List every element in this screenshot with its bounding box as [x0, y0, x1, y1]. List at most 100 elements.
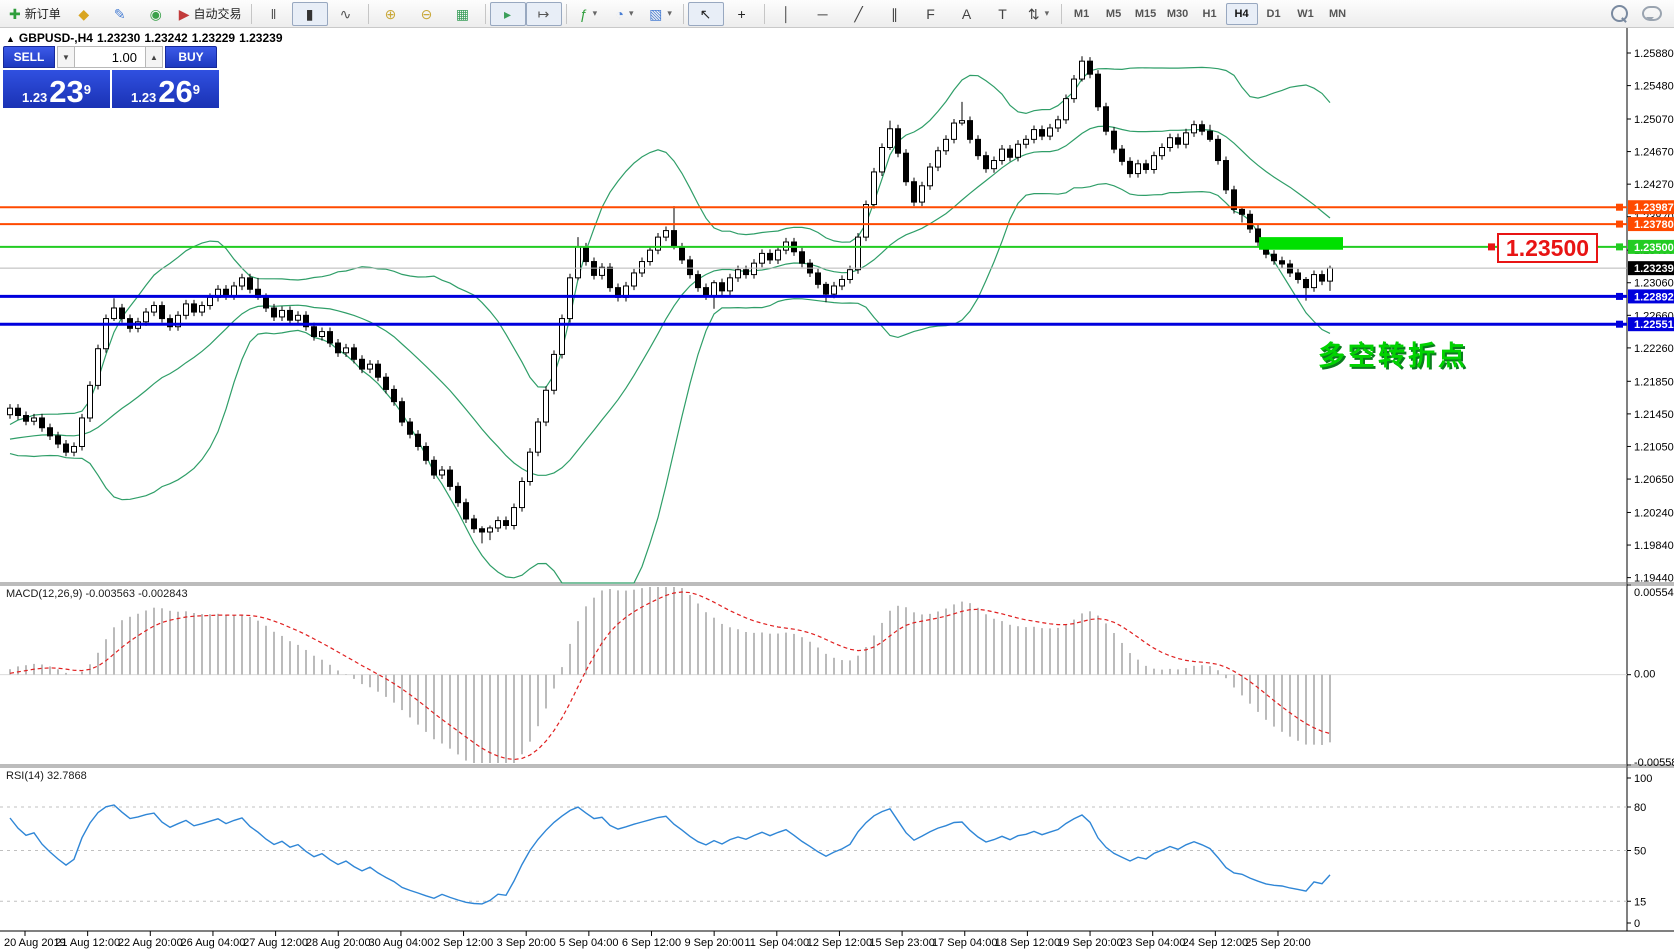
- buy-price-pips: 26: [158, 79, 192, 105]
- templates-dropdown-arrow[interactable]: ▾: [667, 8, 672, 19]
- rsi-axis-label: 80: [1634, 802, 1646, 814]
- horizontal-line-button[interactable]: ─: [805, 2, 841, 26]
- indicators-dropdown-arrow[interactable]: ▾: [593, 8, 598, 19]
- green-highlight-zone[interactable]: [1259, 237, 1343, 250]
- periods-icon: ◔: [616, 7, 624, 21]
- time-axis-label: 24 Sep 12:00: [1183, 937, 1248, 949]
- price-axis-label: 1.23060: [1634, 278, 1674, 290]
- price-axis-label: 1.19840: [1634, 540, 1674, 552]
- line-chart-button[interactable]: ∿: [328, 2, 364, 26]
- timeframe-d1-button[interactable]: D1: [1258, 3, 1290, 25]
- auto-scroll-button[interactable]: ▸: [490, 2, 526, 26]
- new-order-label: 新订单: [25, 5, 61, 22]
- timeframe-h4-button[interactable]: H4: [1226, 3, 1258, 25]
- rsi-axis-label: 15: [1634, 896, 1646, 908]
- crosshair-icon: +: [737, 7, 745, 21]
- timeframe-m5-button[interactable]: M5: [1098, 3, 1130, 25]
- time-axis-label: 3 Sep 20:00: [497, 937, 556, 949]
- zoom-out-button[interactable]: ⊖: [409, 2, 445, 26]
- tile-windows-icon: ▦: [456, 7, 469, 21]
- metaeditor-button[interactable]: ✎: [102, 2, 138, 26]
- sell-quote[interactable]: 1.23 23 9: [3, 70, 110, 108]
- buy-price-point: 9: [193, 75, 200, 105]
- ohlc-high: 1.23242: [144, 31, 187, 45]
- toolbar-separator: [1061, 4, 1062, 24]
- time-axis-label: 2 Sep 12:00: [434, 937, 493, 949]
- sell-price-pips: 23: [49, 79, 83, 105]
- timeframe-m30-button[interactable]: M30: [1162, 3, 1194, 25]
- time-axis-label: 9 Sep 20:00: [684, 937, 743, 949]
- equidistant-channel-icon: ∥: [891, 7, 898, 21]
- indicators-button[interactable]: ƒ▾: [571, 2, 607, 26]
- toolbar-separator: [764, 4, 765, 24]
- time-axis-label: 19 Sep 20:00: [1057, 937, 1122, 949]
- time-axis-label: 18 Sep 12:00: [995, 937, 1060, 949]
- chart-shift-button[interactable]: ↦: [526, 2, 562, 26]
- price-axis-label: 1.25880: [1634, 48, 1674, 60]
- macd-axis-label: -0.005583: [1634, 757, 1674, 769]
- time-axis-label: 15 Sep 23:00: [869, 937, 934, 949]
- price-axis-label: 1.19440: [1634, 573, 1674, 585]
- buy-button[interactable]: BUY: [165, 46, 217, 68]
- buy-quote[interactable]: 1.23 26 9: [112, 70, 219, 108]
- arrows-button[interactable]: ⇅▾: [1021, 2, 1057, 26]
- volume-input[interactable]: 1.00: [75, 46, 145, 68]
- autotrading-button[interactable]: ▶自动交易: [174, 2, 247, 26]
- bar-chart-icon: ‖: [271, 7, 277, 21]
- chart-canvas[interactable]: 1.258801.254801.250701.246701.242701.238…: [0, 0, 1674, 951]
- bar-chart-button[interactable]: ‖: [256, 2, 292, 26]
- periods-button[interactable]: ◔▾: [607, 2, 643, 26]
- current-price-badge-text: 1.23239: [1634, 263, 1674, 275]
- auto-scroll-icon: ▸: [504, 7, 511, 21]
- rsi-axis-label: 50: [1634, 846, 1646, 858]
- text-button[interactable]: A: [949, 2, 985, 26]
- chart-shift-icon: ↦: [538, 7, 550, 21]
- new-order-button[interactable]: ✚新订单: [4, 2, 66, 26]
- templates-button[interactable]: ▧▾: [643, 2, 679, 26]
- metaeditor-icon: ✎: [114, 7, 126, 21]
- signals-icon: ◉: [150, 7, 162, 21]
- volume-increase-button[interactable]: ▲: [145, 46, 163, 68]
- price-axis-label: 1.21450: [1634, 409, 1674, 421]
- text-label-button[interactable]: T: [985, 2, 1021, 26]
- timeframe-m15-button[interactable]: M15: [1130, 3, 1162, 25]
- vertical-line-button[interactable]: │: [769, 2, 805, 26]
- chart-window-button[interactable]: ◆: [66, 2, 102, 26]
- crosshair-button[interactable]: +: [724, 2, 760, 26]
- time-axis-label: 22 Aug 20:00: [118, 937, 183, 949]
- time-axis-label: 12 Sep 12:00: [807, 937, 872, 949]
- candlestick-chart-button[interactable]: ▮: [292, 2, 328, 26]
- toolbar-separator: [485, 4, 486, 24]
- fibonacci-button[interactable]: F: [913, 2, 949, 26]
- price-axis-label: 1.22260: [1634, 343, 1674, 355]
- chat-icon[interactable]: [1642, 6, 1662, 21]
- time-axis-label: 11 Sep 04:00: [744, 937, 809, 949]
- collapse-icon[interactable]: ▲: [6, 34, 15, 44]
- time-axis-label: 6 Sep 12:00: [622, 937, 681, 949]
- price-callout-box[interactable]: 1.23500: [1497, 233, 1598, 263]
- toolbar-separator: [683, 4, 684, 24]
- zoom-in-button[interactable]: ⊕: [373, 2, 409, 26]
- price-badge-1.22551-text: 1.22551: [1634, 319, 1674, 331]
- horizontal-line-icon: ─: [818, 7, 828, 21]
- chart-annotation-text[interactable]: 多空转折点: [1318, 334, 1468, 373]
- arrows-icon: ⇅: [1028, 7, 1040, 21]
- trendline-button[interactable]: ╱: [841, 2, 877, 26]
- macd-indicator-label: MACD(12,26,9) -0.003563 -0.002843: [6, 588, 188, 600]
- sell-button[interactable]: SELL: [3, 46, 55, 68]
- signals-button[interactable]: ◉: [138, 2, 174, 26]
- timeframe-h1-button[interactable]: H1: [1194, 3, 1226, 25]
- tile-windows-button[interactable]: ▦: [445, 2, 481, 26]
- volume-stepper: ▼ 1.00 ▲: [57, 46, 163, 68]
- volume-decrease-button[interactable]: ▼: [57, 46, 75, 68]
- timeframe-mn-button[interactable]: MN: [1322, 3, 1354, 25]
- arrows-dropdown-arrow[interactable]: ▾: [1045, 8, 1050, 19]
- equidistant-channel-button[interactable]: ∥: [877, 2, 913, 26]
- timeframe-m1-button[interactable]: M1: [1066, 3, 1098, 25]
- search-icon[interactable]: [1611, 5, 1628, 22]
- periods-dropdown-arrow[interactable]: ▾: [629, 8, 634, 19]
- toolbar: ✚新订单◆✎◉▶自动交易‖▮∿⊕⊖▦▸↦ƒ▾◔▾▧▾↖+│─╱∥FAT⇅▾ M1…: [0, 0, 1674, 28]
- cursor-button[interactable]: ↖: [688, 2, 724, 26]
- price-badge-1.23500-text: 1.23500: [1634, 242, 1674, 254]
- timeframe-w1-button[interactable]: W1: [1290, 3, 1322, 25]
